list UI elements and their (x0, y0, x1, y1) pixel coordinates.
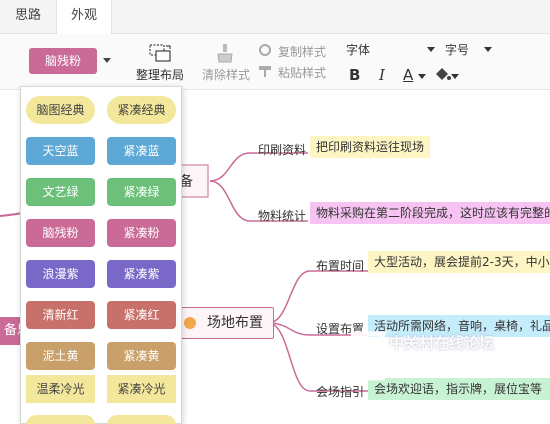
theme-option[interactable]: 清新红 (26, 301, 95, 329)
paste-style-button[interactable]: 粘贴样式 (278, 64, 326, 81)
branch-label-materials[interactable]: 物料统计 (258, 207, 306, 224)
theme-option[interactable]: 紧凑黄 (107, 342, 176, 370)
theme-option[interactable]: 紧凑红 (107, 301, 176, 329)
theme-option[interactable]: 紧凑经典 (107, 96, 176, 124)
theme-dropdown-panel: 脑图经典 紧凑经典 天空蓝 紧凑蓝 文艺绿 紧凑绿 脑残粉 紧凑粉 浪漫紫 紧凑… (20, 86, 182, 424)
paste-style-icon[interactable] (258, 64, 272, 78)
theme-dropdown-caret-icon[interactable] (103, 58, 111, 63)
font-family-caret-icon[interactable] (427, 47, 435, 52)
theme-option[interactable]: 文艺绿 (26, 178, 95, 206)
font-family-select[interactable]: 字体 (346, 41, 370, 58)
watermark: 中关村在线论坛 (345, 328, 550, 394)
fill-color-caret-icon[interactable] (451, 74, 459, 79)
organize-layout-button[interactable]: 整理布局 (136, 66, 184, 83)
organize-layout-icon[interactable] (147, 42, 175, 64)
copy-style-button[interactable]: 复制样式 (278, 43, 326, 60)
expand-circle-icon[interactable] (183, 316, 197, 330)
tab-appearance[interactable]: 外观 (56, 0, 112, 35)
theme-option[interactable]: 紧凑绿 (107, 178, 176, 206)
watermark-logo-icon (351, 331, 388, 381)
branch-label-print[interactable]: 印刷资料 (258, 141, 306, 158)
toolbar: 脑残粉 整理布局 清除样式 复制样式 粘贴样式 字体 字号 B I A (0, 34, 550, 90)
theme-option[interactable]: 温柔冷光 (26, 375, 95, 403)
theme-option[interactable]: 紧凑蓝 (107, 137, 176, 165)
copy-style-icon[interactable] (258, 43, 272, 57)
theme-option[interactable]: 泥土黄 (26, 342, 95, 370)
theme-option[interactable]: 脑残粉 (26, 219, 95, 247)
theme-option[interactable]: 紧凑冷光 (107, 375, 176, 403)
watermark-text: 中关村在线论坛 (389, 334, 495, 352)
font-size-select[interactable]: 字号 (445, 41, 469, 58)
font-color-button[interactable]: A (403, 66, 413, 84)
theme-option[interactable]: 紧凑紫 (107, 260, 176, 288)
root-node-partial[interactable]: 备思 (0, 317, 22, 345)
theme-option[interactable]: 浪漫紫 (26, 260, 95, 288)
theme-option-partial[interactable] (107, 415, 176, 424)
theme-option[interactable]: 紧凑粉 (107, 219, 176, 247)
leaf-print-materials[interactable]: 把印刷资料运往现场 (310, 136, 431, 158)
font-size-caret-icon[interactable] (484, 47, 492, 52)
clear-style-icon[interactable] (214, 42, 236, 64)
theme-option-partial[interactable] (26, 415, 95, 424)
tab-bar: 思路 外观 (0, 0, 550, 35)
branch-label-time[interactable]: 布置时间 (316, 257, 364, 274)
clear-style-button[interactable]: 清除样式 (202, 66, 250, 83)
fill-color-bucket-icon[interactable] (432, 66, 452, 84)
theme-option[interactable]: 天空蓝 (26, 137, 95, 165)
italic-button[interactable]: I (379, 66, 385, 84)
theme-option[interactable]: 脑图经典 (26, 96, 95, 124)
leaf-setup-time[interactable]: 大型活动，展会提前2-3天，中小 (368, 251, 550, 273)
font-color-caret-icon[interactable] (418, 74, 426, 79)
theme-select-button[interactable]: 脑残粉 (29, 48, 97, 74)
tab-ideas[interactable]: 思路 (0, 0, 56, 34)
bold-button[interactable]: B (349, 66, 360, 84)
leaf-materials-stat[interactable]: 物料采购在第二阶段完成，这时应该有完整的 (310, 202, 550, 224)
